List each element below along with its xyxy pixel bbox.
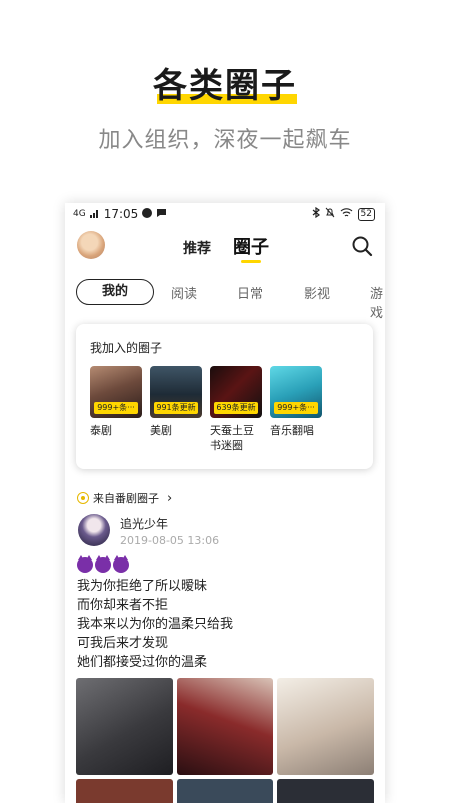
my-circles-card: 我加入的圈子 999+条··· 泰剧 991条更新 美剧 639条更新 天蚕土豆… xyxy=(76,324,373,469)
post-image[interactable] xyxy=(177,678,273,775)
circle-thumbnail: 639条更新 xyxy=(210,366,262,418)
wifi-icon xyxy=(340,207,353,221)
circle-thumbnail: 999+条··· xyxy=(270,366,322,418)
clock: 17:05 xyxy=(103,207,139,221)
circle-item[interactable]: 639条更新 天蚕土豆 书迷圈 xyxy=(210,366,262,453)
promo-subtitle: 加入组织，深夜一起飙车 xyxy=(98,128,352,153)
category-games[interactable]: 游戏 xyxy=(370,283,385,321)
post-source-label: 来自番剧圈子 xyxy=(93,492,159,505)
post-line: 她们都接受过你的温柔 xyxy=(77,655,208,670)
category-reading[interactable]: 阅读 xyxy=(171,283,197,302)
post-emojis xyxy=(77,555,129,573)
category-mine[interactable]: 我的 xyxy=(76,279,154,305)
circle-item[interactable]: 999+条··· 音乐翻唱 xyxy=(270,366,322,438)
post-source[interactable]: 来自番剧圈子 › xyxy=(77,490,172,506)
tab-recommend[interactable]: 推荐 xyxy=(183,238,211,258)
update-badge: 999+条··· xyxy=(94,402,138,414)
update-badge: 991条更新 xyxy=(154,402,198,414)
notification-icon xyxy=(142,207,153,221)
circle-name: 美剧 xyxy=(150,424,172,437)
circle-name: 天蚕土豆 书迷圈 xyxy=(210,424,254,452)
update-badge: 639条更新 xyxy=(214,402,258,414)
signal-icon xyxy=(89,207,100,221)
circle-name: 音乐翻唱 xyxy=(270,424,314,437)
devil-emoji-icon xyxy=(77,555,93,573)
post-line: 我本来以为你的温柔只给我 xyxy=(77,617,234,632)
promo-title: 各类圈子 xyxy=(0,58,450,107)
post-image[interactable] xyxy=(277,779,374,803)
active-tab-indicator xyxy=(241,260,261,263)
category-tabs: 我的 阅读 日常 影视 游戏 xyxy=(65,279,385,321)
post-line: 而你却来者不拒 xyxy=(77,598,169,613)
post-line: 可我后来才发现 xyxy=(77,636,169,651)
devil-emoji-icon xyxy=(113,555,129,573)
post-image[interactable] xyxy=(76,678,173,775)
circle-source-icon xyxy=(77,492,89,504)
chevron-right-icon: › xyxy=(167,490,173,506)
post-body[interactable]: 我为你拒绝了所以暧昧 而你却来者不拒 我本来以为你的温柔只给我 可我后来才发现 … xyxy=(77,577,233,672)
update-badge: 999+条··· xyxy=(274,402,318,414)
search-icon[interactable] xyxy=(351,235,373,257)
bluetooth-icon xyxy=(312,206,320,221)
circle-item[interactable]: 999+条··· 泰剧 xyxy=(90,366,142,438)
circle-name: 泰剧 xyxy=(90,424,112,437)
tab-circle[interactable]: 圈子 xyxy=(233,233,269,259)
post-image[interactable] xyxy=(277,678,374,775)
signal-label: 4G xyxy=(73,209,86,219)
circle-thumbnail: 999+条··· xyxy=(90,366,142,418)
post-image[interactable] xyxy=(177,779,273,803)
category-film[interactable]: 影视 xyxy=(304,283,330,302)
category-daily[interactable]: 日常 xyxy=(237,283,263,302)
post-image[interactable] xyxy=(76,779,173,803)
circle-thumbnail: 991条更新 xyxy=(150,366,202,418)
post-author-name[interactable]: 追光少年 xyxy=(120,515,168,532)
battery-indicator: 52 xyxy=(357,207,375,221)
post-line: 我为你拒绝了所以暧昧 xyxy=(77,579,208,594)
status-bar: 4G 17:05 52 xyxy=(65,203,385,225)
my-circles-title: 我加入的圈子 xyxy=(90,341,163,355)
user-avatar[interactable] xyxy=(77,231,105,259)
circle-item[interactable]: 991条更新 美剧 xyxy=(150,366,202,438)
devil-emoji-icon xyxy=(95,555,111,573)
promo-title-text: 各类圈子 xyxy=(153,66,297,106)
post-author-avatar[interactable] xyxy=(78,514,110,546)
post-timestamp: 2019-08-05 13:06 xyxy=(120,534,220,547)
message-icon xyxy=(156,207,167,221)
phone-screen: 4G 17:05 52 推荐 圈子 我的 阅读 日常 影视 游戏 我加入的圈子 … xyxy=(65,203,385,803)
mute-icon xyxy=(325,207,335,221)
top-nav: 推荐 圈子 xyxy=(65,227,385,267)
